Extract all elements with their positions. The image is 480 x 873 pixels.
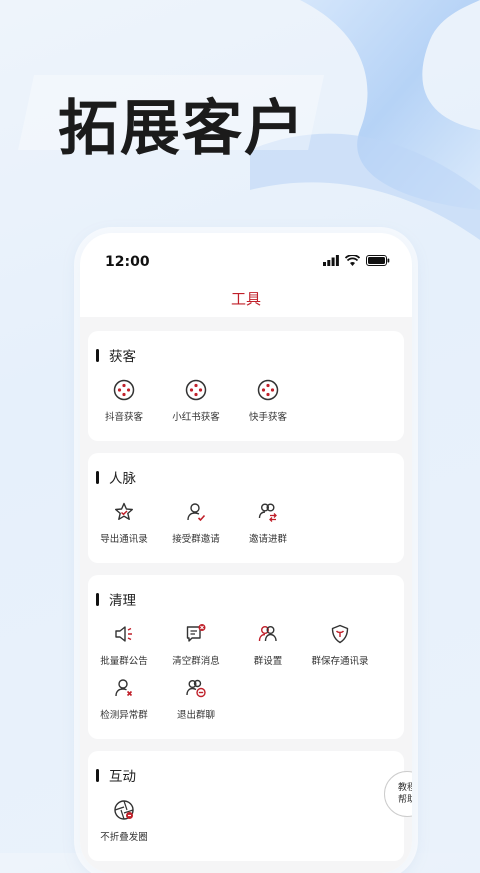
reel-icon [255, 377, 281, 403]
tool-detect-abnormal-groups[interactable]: 检测异常群 [88, 675, 160, 721]
battery-icon [366, 255, 390, 266]
tool-label: 群设置 [253, 656, 283, 667]
aperture-icon [111, 797, 137, 823]
tool-label: 群保存通讯录 [311, 656, 369, 667]
help-line-2: 帮助 [397, 795, 412, 805]
tool-label: 小红书获客 [172, 412, 220, 423]
tool-accept-group-invite[interactable]: 接受群邀请 [160, 499, 232, 545]
section-marker [96, 470, 99, 484]
wifi-icon [345, 255, 360, 266]
section-interaction-header: 互动 [88, 765, 404, 785]
tool-xiaohongshu-acquire[interactable]: 小红书获客 [160, 377, 232, 423]
tool-group-settings[interactable]: 群设置 [232, 621, 304, 667]
section-title: 互动 [109, 769, 136, 785]
tool-label: 批量群公告 [100, 656, 148, 667]
section-interaction: 互动 不折叠发圈 [88, 751, 404, 861]
reel-icon [183, 377, 209, 403]
section-title: 清理 [109, 593, 136, 609]
section-cleanup-header: 清理 [88, 589, 404, 609]
reel-icon [111, 377, 137, 403]
tool-label: 抖音获客 [104, 412, 143, 423]
message-clear-icon [183, 621, 209, 647]
tool-exit-group-chat[interactable]: 退出群聊 [160, 675, 232, 721]
user-x-icon [111, 675, 137, 701]
hero-title: 拓展客户 [58, 94, 306, 164]
tool-kuaishou-acquire[interactable]: 快手获客 [232, 377, 304, 423]
tool-label: 邀请进群 [248, 534, 287, 545]
section-acquire-header: 获客 [88, 345, 404, 365]
tool-label: 快手获客 [248, 412, 287, 423]
section-marker [96, 592, 99, 606]
star-export-icon [111, 499, 137, 525]
user-check-icon [183, 499, 209, 525]
tool-save-group-contacts[interactable]: 群保存通讯录 [304, 621, 376, 667]
tool-invite-to-group[interactable]: 邀请进群 [232, 499, 304, 545]
signal-icon [323, 255, 339, 266]
section-acquire: 获客 抖音获客 小红书获客 快手获客 [88, 331, 404, 441]
status-icons [323, 255, 390, 266]
tools-content[interactable]: 获客 抖音获客 小红书获客 快手获客 人脉 导出通讯录 接受群邀请 邀请进群 清… [80, 317, 412, 873]
group-exit-icon [183, 675, 209, 701]
tool-export-contacts[interactable]: 导出通讯录 [88, 499, 160, 545]
tool-unfolded-moments-post[interactable]: 不折叠发圈 [88, 797, 160, 843]
tool-label: 清空群消息 [172, 656, 220, 667]
section-contacts-header: 人脉 [88, 467, 404, 487]
tab-tools[interactable]: 工具 [80, 288, 412, 319]
phone-frame: 12:00 工具 获客 抖音获客 小红书获客 快手获客 人脉 导出通讯录 接受群… [80, 233, 412, 873]
tool-clear-group-messages[interactable]: 清空群消息 [160, 621, 232, 667]
users-arrow-icon [255, 499, 281, 525]
tool-batch-announcement[interactable]: 批量群公告 [88, 621, 160, 667]
status-bar: 12:00 [80, 233, 412, 283]
tool-label: 检测异常群 [100, 710, 148, 721]
tab-tools-label: 工具 [230, 290, 261, 308]
tool-label: 退出群聊 [176, 710, 215, 721]
tool-label: 导出通讯录 [100, 534, 148, 545]
tool-label: 不折叠发圈 [100, 832, 148, 843]
megaphone-icon [111, 621, 137, 647]
section-title: 人脉 [109, 471, 136, 487]
help-line-1: 教程 [397, 783, 412, 793]
tool-label: 接受群邀请 [172, 534, 220, 545]
section-marker [96, 768, 99, 782]
tool-douyin-acquire[interactable]: 抖音获客 [88, 377, 160, 423]
section-cleanup: 清理 批量群公告 清空群消息 群设置 群保存通讯录 检测异常群 退出群聊 [88, 575, 404, 739]
status-time: 12:00 [105, 254, 150, 270]
shield-save-icon [327, 621, 353, 647]
section-marker [96, 348, 99, 362]
section-contacts: 人脉 导出通讯录 接受群邀请 邀请进群 [88, 453, 404, 563]
section-title: 获客 [109, 349, 136, 365]
group-settings-icon [255, 621, 281, 647]
